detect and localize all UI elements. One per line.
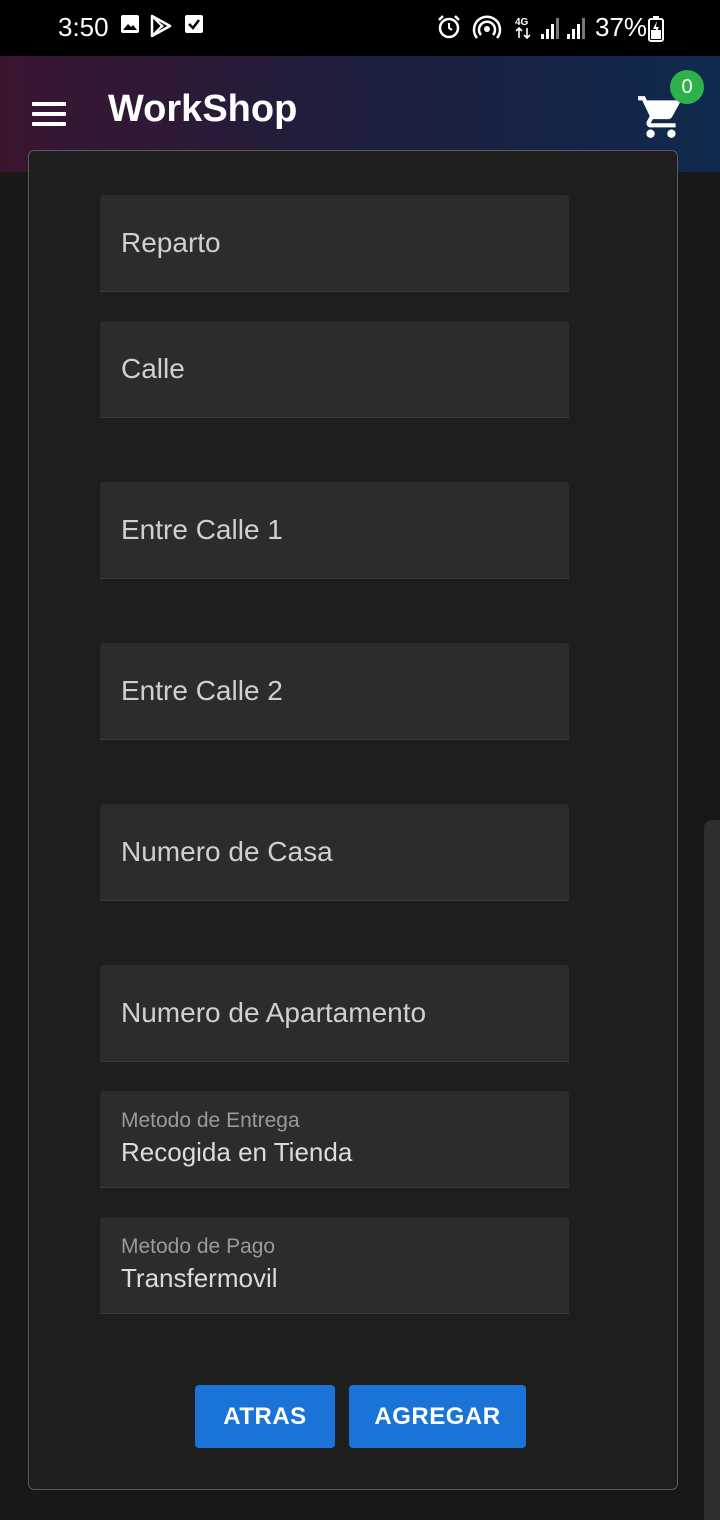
entre-calle-2-placeholder: Entre Calle 2 (121, 675, 283, 706)
menu-icon (32, 102, 66, 106)
entre-calle-1-field[interactable]: Entre Calle 1 (100, 482, 569, 579)
payment-method-select[interactable]: Metodo de Pago Transfermovil (100, 1217, 569, 1314)
scrollbar[interactable] (704, 820, 720, 1520)
calle-placeholder: Calle (121, 353, 185, 384)
back-button[interactable]: ATRAS (195, 1385, 335, 1448)
battery-charging-icon (648, 16, 664, 46)
entre-calle-1-placeholder: Entre Calle 1 (121, 514, 283, 545)
delivery-method-select[interactable]: Metodo de Entrega Recogida en Tienda (100, 1091, 569, 1188)
numero-casa-field[interactable]: Numero de Casa (100, 804, 569, 901)
add-button[interactable]: AGREGAR (349, 1385, 526, 1448)
entre-calle-2-field[interactable]: Entre Calle 2 (100, 643, 569, 740)
svg-text:4G: 4G (515, 17, 529, 28)
delivery-method-value: Recogida en Tienda (121, 1137, 353, 1167)
reparto-field[interactable]: Reparto (100, 195, 569, 292)
signal-icon (540, 16, 562, 44)
battery-percent: 37% (595, 12, 648, 42)
numero-apartamento-field[interactable]: Numero de Apartamento (100, 965, 569, 1062)
menu-button[interactable] (28, 94, 72, 134)
checkbox-icon (184, 14, 204, 38)
status-bar: 3:50 4G 37% (0, 0, 720, 56)
payment-method-label: Metodo de Pago (121, 1235, 276, 1258)
numero-apartamento-placeholder: Numero de Apartamento (121, 997, 427, 1028)
play-store-icon (150, 14, 172, 42)
hotspot-icon (472, 14, 502, 44)
cart-count-badge: 0 (670, 70, 704, 104)
signal-icon (566, 16, 588, 44)
calle-field[interactable]: Calle (100, 321, 569, 418)
app-title: WorkShop (108, 88, 298, 130)
gallery-icon (120, 14, 140, 38)
payment-method-value: Transfermovil (121, 1263, 278, 1293)
4g-icon: 4G (514, 16, 534, 44)
delivery-method-label: Metodo de Entrega (121, 1109, 300, 1132)
status-time: 3:50 (58, 12, 109, 42)
numero-casa-placeholder: Numero de Casa (121, 836, 333, 867)
reparto-placeholder: Reparto (121, 227, 221, 258)
alarm-icon (436, 14, 462, 44)
